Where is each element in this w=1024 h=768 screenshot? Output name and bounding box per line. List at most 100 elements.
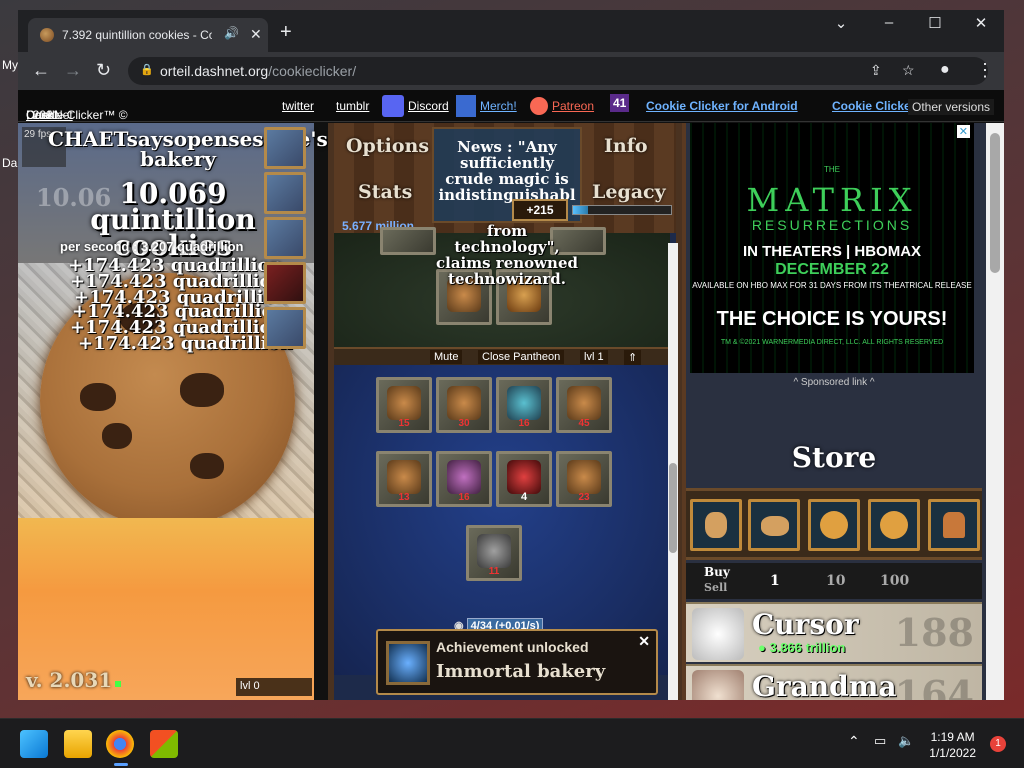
- share-icon[interactable]: ⇪: [870, 62, 882, 79]
- file-explorer-icon[interactable]: [64, 730, 92, 758]
- cookie-clicker-page: Cookie Clicker™ © Orteil, 2021 - DashNet…: [18, 90, 1004, 700]
- spell-tile[interactable]: 13: [376, 451, 432, 507]
- lock-icon[interactable]: 🔒: [140, 63, 154, 76]
- buy-sell-bar: Buy Sell 1 10 100: [686, 563, 982, 599]
- sponsored-link[interactable]: ^ Sponsored link ^: [686, 377, 982, 388]
- spell-tile[interactable]: 30: [436, 377, 492, 433]
- stats-button[interactable]: Stats: [358, 181, 412, 203]
- spell-tile[interactable]: 11: [466, 525, 522, 581]
- upgrade-biscuit-icon: [880, 511, 908, 539]
- spell-tile[interactable]: 16: [436, 451, 492, 507]
- start-icon[interactable]: [20, 730, 48, 758]
- spell-tile[interactable]: 15: [376, 377, 432, 433]
- building-owned: 164: [894, 672, 974, 700]
- buff-icon[interactable]: [264, 172, 306, 214]
- spell-cost: 23: [578, 492, 590, 503]
- buff-icon[interactable]: [264, 127, 306, 169]
- mute-button[interactable]: Mute: [430, 350, 463, 364]
- close-pantheon-button[interactable]: Close Pantheon: [478, 350, 565, 364]
- buff-icon[interactable]: [264, 262, 306, 304]
- buff-column: [264, 127, 310, 357]
- twitter-link[interactable]: twitter: [282, 99, 314, 113]
- upgrade-icon[interactable]: [690, 499, 742, 551]
- building-cursor[interactable]: Cursor ● 3.866 trillion 188: [686, 602, 982, 662]
- spell-tile[interactable]: 23: [556, 451, 612, 507]
- profile-icon[interactable]: ●: [940, 60, 950, 80]
- url-text: orteil.dashnet.org/cookieclicker/: [160, 63, 356, 79]
- chevron-up-icon[interactable]: ⌃: [848, 733, 860, 750]
- new-tab-button[interactable]: +: [280, 22, 292, 42]
- ad-close-icon[interactable]: ✕: [956, 125, 970, 138]
- page-scrollbar[interactable]: [986, 123, 1004, 700]
- level-indicator[interactable]: lvl 0: [236, 678, 312, 696]
- discord-link[interactable]: Discord: [408, 99, 449, 113]
- discord-icon: [382, 95, 404, 117]
- notification-badge[interactable]: 1: [990, 736, 1006, 752]
- merch-link[interactable]: Merch!: [480, 99, 517, 113]
- android-link[interactable]: Cookie Clicker for Android: [646, 99, 798, 113]
- tumblr-link[interactable]: tumblr: [336, 99, 369, 113]
- close-window-button[interactable]: ✕: [958, 14, 1004, 32]
- pantheon-slot[interactable]: [380, 227, 436, 255]
- info-button[interactable]: Info: [604, 135, 648, 157]
- store-icon[interactable]: [150, 730, 178, 758]
- heralds-count[interactable]: 41: [610, 94, 630, 112]
- middle-scrollbar[interactable]: [668, 243, 678, 700]
- close-tab-icon[interactable]: ✕: [250, 26, 262, 43]
- grimoire-panel: 15 30 16 45 13 16 4 23 11 ◉ 4/34 (+0.01/…: [334, 365, 670, 695]
- network-icon[interactable]: ▭: [874, 733, 886, 749]
- quantity-100[interactable]: 100: [880, 573, 909, 589]
- spell-cost: 16: [518, 418, 530, 429]
- chrome-icon[interactable]: [106, 730, 134, 758]
- middle-scrollbar-thumb[interactable]: [669, 463, 677, 553]
- sell-toggle[interactable]: Sell: [704, 581, 727, 594]
- bookmark-star-icon[interactable]: ☆: [902, 62, 915, 79]
- clock-time: 1:19 AM: [930, 730, 975, 744]
- options-button[interactable]: Options: [346, 135, 429, 157]
- browser-tab[interactable]: 7.392 quintillion cookies - Co 🔊 ✕: [28, 18, 268, 52]
- minimize-button[interactable]: –: [866, 14, 912, 31]
- spell-tile[interactable]: 45: [556, 377, 612, 433]
- desktop-label-2[interactable]: Da: [2, 156, 17, 170]
- legacy-button[interactable]: Legacy: [592, 181, 666, 203]
- menu-kebab-icon[interactable]: ⋮: [976, 60, 994, 80]
- spell-tile[interactable]: 16: [496, 377, 552, 433]
- other-versions-button[interactable]: Other versions: [908, 99, 995, 115]
- reload-icon[interactable]: ↻: [96, 60, 111, 80]
- spell-tile[interactable]: 4: [496, 451, 552, 507]
- advertisement[interactable]: ✕ THE MATRIX RESURRECTIONS IN THEATERS |…: [690, 123, 974, 373]
- spell-cost: 16: [458, 492, 470, 503]
- ad-theaters: IN THEATERS | HBOMAX: [742, 243, 922, 260]
- upgrade-icon[interactable]: [928, 499, 980, 551]
- close-notification-icon[interactable]: ✕: [638, 633, 650, 650]
- maximize-button[interactable]: ☐: [912, 14, 958, 32]
- buy-toggle[interactable]: Buy: [704, 565, 730, 579]
- pantheon-level[interactable]: lvl 1: [580, 350, 608, 364]
- version-label: v. 2.031: [26, 668, 122, 692]
- sugar-lump-gain[interactable]: +215: [512, 199, 568, 221]
- address-bar[interactable]: 🔒 orteil.dashnet.org/cookieclicker/ ⇪ ☆: [128, 57, 988, 85]
- page-scrollbar-thumb[interactable]: [990, 133, 1000, 273]
- level-up-arrow-icon[interactable]: ⇑: [624, 350, 642, 365]
- upgrade-icon[interactable]: [748, 499, 800, 551]
- upgrade-icon[interactable]: [808, 499, 860, 551]
- version-text: v. 2.031: [26, 668, 113, 692]
- back-arrow-icon[interactable]: ←: [32, 60, 50, 80]
- buff-icon[interactable]: [264, 307, 306, 349]
- achievement-title: Achievement unlocked: [436, 639, 589, 655]
- upgrade-cookie-icon: [705, 512, 727, 538]
- desktop-label-1[interactable]: My: [2, 58, 18, 72]
- speaker-icon[interactable]: 🔊: [224, 26, 239, 40]
- dashnet-link[interactable]: DashNet: [26, 108, 73, 122]
- quantity-1[interactable]: 1: [770, 573, 780, 589]
- building-grandma[interactable]: Grandma 164: [686, 664, 982, 700]
- patreon-link[interactable]: Patreon: [552, 99, 594, 113]
- volume-icon[interactable]: 🔈: [898, 733, 914, 749]
- menu-panel: Options Stats Info Legacy News : "Any su…: [334, 123, 676, 233]
- buff-icon[interactable]: [264, 217, 306, 259]
- tab-search-icon[interactable]: ⌄: [818, 14, 864, 32]
- quantity-10[interactable]: 10: [826, 573, 845, 589]
- clock[interactable]: 1:19 AM 1/1/2022: [929, 729, 976, 761]
- forward-arrow-icon[interactable]: →: [64, 60, 82, 80]
- upgrade-icon[interactable]: [868, 499, 920, 551]
